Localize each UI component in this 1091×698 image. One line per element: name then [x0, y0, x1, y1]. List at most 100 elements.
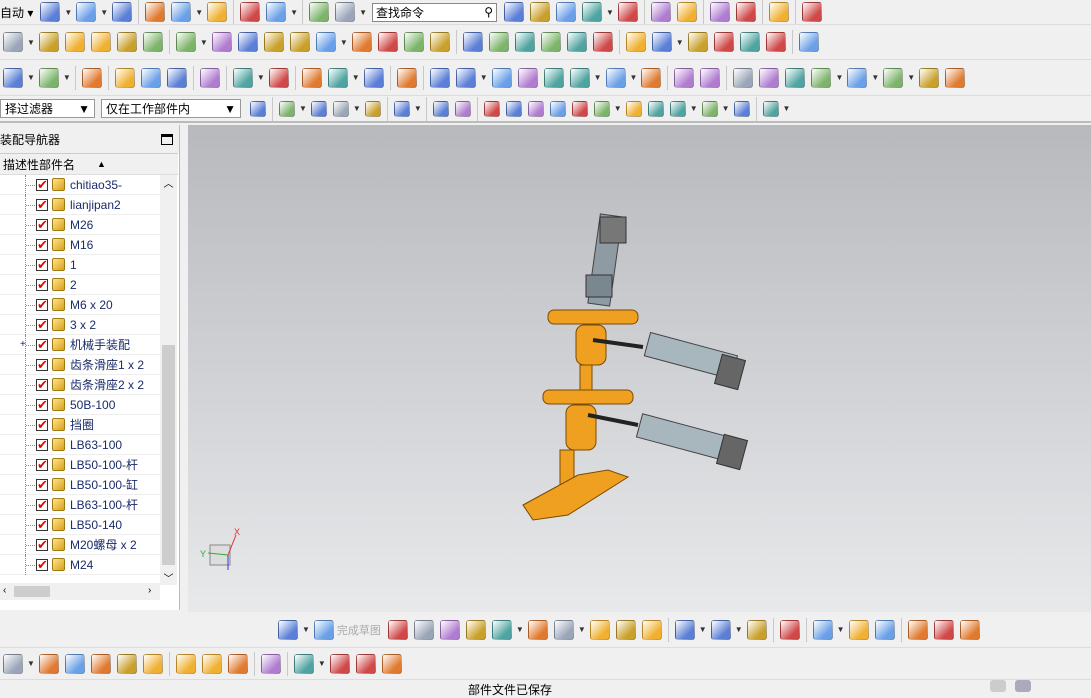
selection-scope-select[interactable]: 仅在工作部件内 ▼	[101, 99, 241, 118]
line-icon[interactable]	[733, 67, 754, 88]
chevron-down-icon[interactable]: ▼	[699, 625, 707, 634]
split-body-icon[interactable]	[263, 32, 284, 52]
group-icon[interactable]	[201, 653, 222, 674]
vertical-scrollbar[interactable]: ︿ ﹀	[160, 175, 177, 585]
body-icon[interactable]	[454, 100, 471, 117]
sketch-icon[interactable]	[278, 619, 298, 640]
through-curves-icon[interactable]	[514, 32, 535, 52]
line-icon[interactable]	[413, 619, 434, 640]
open-folder-icon[interactable]	[76, 2, 97, 22]
pattern-feature-icon[interactable]	[211, 32, 232, 52]
control-point-icon[interactable]	[571, 100, 588, 117]
chevron-down-icon[interactable]: ▼	[200, 38, 208, 47]
x-form-icon[interactable]	[765, 32, 786, 52]
layer-icon[interactable]	[581, 2, 602, 22]
visibility-checkbox[interactable]: ✔	[36, 398, 48, 411]
scroll-thumb[interactable]	[162, 345, 175, 565]
midpoint-icon[interactable]	[527, 100, 544, 117]
boss-icon[interactable]	[90, 32, 111, 52]
shaded-cube-icon[interactable]	[555, 2, 576, 22]
visibility-checkbox[interactable]: ✔	[36, 178, 48, 191]
auto-dropdown[interactable]: 自动 ▾	[0, 4, 33, 21]
show-constraints-icon[interactable]	[933, 619, 954, 640]
project-curve-icon[interactable]	[883, 67, 904, 88]
visibility-checkbox[interactable]: ✔	[36, 438, 48, 451]
remove-params-icon[interactable]	[798, 32, 819, 52]
type-filter-select[interactable]: 择过滤器 ▼	[0, 99, 95, 118]
visibility-checkbox[interactable]: ✔	[36, 258, 48, 271]
relations-icon[interactable]	[355, 653, 376, 674]
chevron-down-icon[interactable]: ▼	[27, 73, 35, 82]
chevron-down-icon[interactable]: ▼	[722, 104, 730, 113]
arc-icon[interactable]	[759, 67, 780, 88]
chevron-down-icon[interactable]: ▼	[676, 38, 684, 47]
visibility-checkbox[interactable]: ✔	[36, 358, 48, 371]
styled-sweep-icon[interactable]	[540, 32, 561, 52]
chevron-down-icon[interactable]: ▼	[195, 8, 203, 17]
pmi-label-icon[interactable]	[199, 67, 220, 88]
pattern-icon[interactable]	[175, 653, 196, 674]
column-header[interactable]: 描述性部件名 ▲	[0, 153, 178, 175]
existing-point-icon[interactable]	[669, 100, 686, 117]
tree-item[interactable]: ✔ 2	[0, 275, 160, 295]
rotate-icon[interactable]	[332, 100, 349, 117]
tree-item[interactable]: ✔ 齿条滑座1 x 2	[0, 355, 160, 375]
chevron-down-icon[interactable]: ▼	[690, 104, 698, 113]
sweep-icon[interactable]	[377, 32, 398, 52]
chevron-down-icon[interactable]: ▼	[63, 73, 71, 82]
revolve-icon[interactable]	[38, 32, 59, 52]
tree-item[interactable]: ✔ 1	[0, 255, 160, 275]
table-icon[interactable]	[455, 67, 476, 88]
assembly-add-icon[interactable]	[674, 67, 695, 88]
pattern-geometry-icon[interactable]	[237, 32, 258, 52]
robot-arm-model[interactable]: X Y	[188, 125, 1091, 612]
plane-curve-icon[interactable]	[847, 67, 868, 88]
check-edit-icon[interactable]	[140, 67, 161, 88]
check-body-icon[interactable]	[166, 67, 187, 88]
auto-constrain-icon[interactable]	[907, 619, 928, 640]
visibility-checkbox[interactable]: ✔	[36, 418, 48, 431]
visibility-checkbox[interactable]: ✔	[36, 198, 48, 211]
tree-item[interactable]: ✔ LB63-100-杆	[0, 495, 160, 515]
assembly-new-icon[interactable]	[700, 67, 721, 88]
display-part-icon[interactable]	[676, 2, 697, 22]
chevron-down-icon[interactable]: ▼	[594, 73, 602, 82]
finish-sketch-button[interactable]: 完成草图	[337, 622, 381, 638]
tree-item[interactable]: ✔ chitiao35-	[0, 175, 160, 195]
scroll-down-icon[interactable]: ﹀	[160, 570, 177, 585]
curve-point-icon[interactable]	[801, 2, 822, 22]
fit-view-icon[interactable]	[503, 2, 524, 22]
endpoint-icon[interactable]	[505, 100, 522, 117]
triangle-icon[interactable]	[429, 67, 450, 88]
law-surface-icon[interactable]	[651, 32, 672, 52]
new-file-icon[interactable]	[40, 2, 61, 22]
tree-item[interactable]: ✔ lianjipan2	[0, 195, 160, 215]
offset-face-icon[interactable]	[175, 32, 196, 52]
link-manager-icon[interactable]	[329, 653, 350, 674]
visibility-checkbox[interactable]: ✔	[36, 218, 48, 231]
point-filter-icon[interactable]	[310, 100, 327, 117]
chevron-down-icon[interactable]: ▼	[27, 38, 35, 47]
studio-spline-icon[interactable]	[589, 619, 610, 640]
maximize-icon[interactable]	[161, 133, 173, 145]
component-icon[interactable]	[38, 653, 59, 674]
chevron-down-icon[interactable]: ▼	[100, 8, 108, 17]
measure-icon[interactable]	[735, 2, 756, 22]
coil-icon[interactable]	[327, 67, 348, 88]
chevron-down-icon[interactable]: ▼	[290, 8, 298, 17]
quick-extend-icon[interactable]	[710, 619, 731, 640]
offset-curve-icon[interactable]	[641, 619, 662, 640]
extension-icon[interactable]	[625, 32, 646, 52]
chamfer-icon[interactable]	[351, 32, 372, 52]
save-dropdown-icon[interactable]	[309, 2, 330, 22]
note-icon[interactable]	[543, 67, 564, 88]
surface-icon[interactable]	[268, 67, 289, 88]
copy-icon[interactable]	[171, 2, 192, 22]
layer-settings-icon[interactable]	[38, 67, 59, 88]
constraint-icon[interactable]	[116, 653, 137, 674]
chevron-down-icon[interactable]: ▼	[614, 104, 622, 113]
visibility-checkbox[interactable]: ✔	[36, 558, 48, 571]
tree-item[interactable]: ✔ M6 x 20	[0, 295, 160, 315]
mirror-icon[interactable]	[142, 653, 163, 674]
arc-icon[interactable]	[439, 619, 460, 640]
